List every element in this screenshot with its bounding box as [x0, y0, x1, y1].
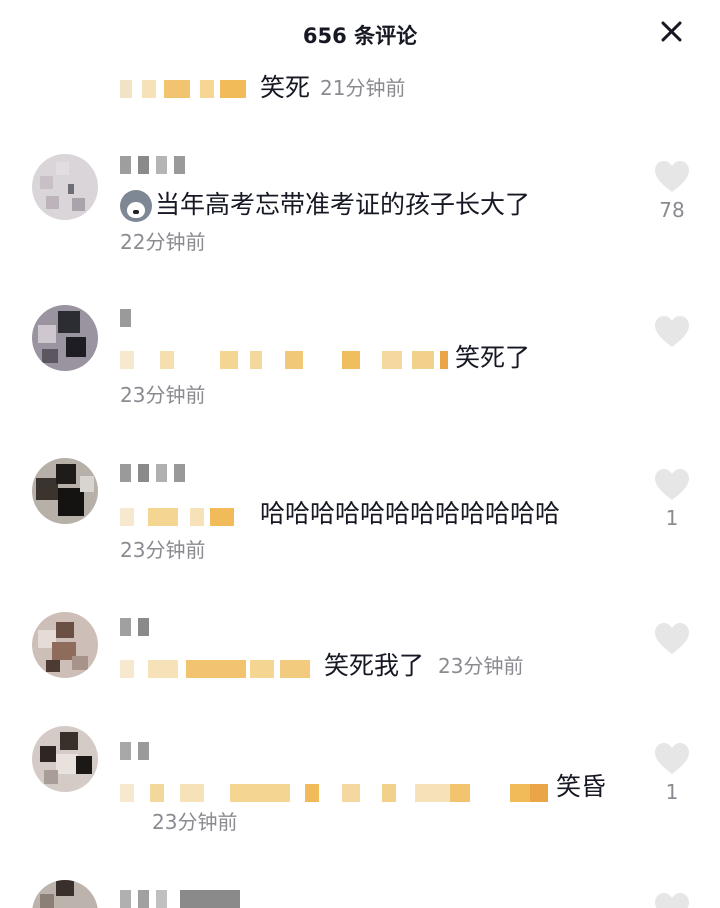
avatar[interactable]: [32, 880, 98, 908]
comments-header: 656 条评论: [0, 0, 720, 66]
comment-item: 笑死我了 23分钟前: [0, 612, 720, 702]
avatar[interactable]: [32, 726, 98, 792]
blurred-mention: [120, 78, 255, 102]
username-redacted[interactable]: [120, 156, 210, 174]
comment-item: [0, 878, 720, 908]
comment-item: 笑昏 23分钟前 1: [0, 726, 720, 846]
heart-icon[interactable]: [654, 892, 690, 908]
blurred-mention: [120, 658, 310, 682]
username-redacted[interactable]: [120, 618, 160, 636]
comment-count-title: 656 条评论: [302, 24, 418, 48]
like-count: 78: [659, 198, 685, 222]
avatar[interactable]: [32, 305, 98, 371]
comment-text: 笑昏: [556, 772, 607, 801]
comment-text: 笑死了: [455, 343, 531, 372]
avatar[interactable]: [32, 458, 98, 524]
blurred-mention: [120, 349, 450, 373]
heart-icon[interactable]: [654, 622, 690, 656]
comment-text: 当年高考忘带准考证的孩子长大了: [155, 190, 531, 219]
heart-icon[interactable]: [654, 742, 690, 776]
comment-time: 21分钟前: [320, 76, 406, 100]
comment-item: 当年高考忘带准考证的孩子长大了 22分钟前 78: [0, 150, 720, 270]
comment-text: 笑死我了: [324, 651, 425, 680]
comment-text: 笑死: [260, 73, 311, 102]
avatar[interactable]: [32, 612, 98, 678]
blurred-mention: [120, 506, 255, 530]
comment-text: 哈哈哈哈哈哈哈哈哈哈哈哈: [260, 499, 561, 528]
heart-icon[interactable]: [654, 160, 690, 194]
comment-time: 23分钟前: [120, 383, 206, 407]
like-count: 1: [665, 506, 679, 530]
comment-time: 23分钟前: [152, 810, 238, 834]
heart-icon[interactable]: [654, 468, 690, 502]
username-redacted[interactable]: [120, 890, 240, 908]
close-icon[interactable]: [656, 16, 688, 48]
username-redacted[interactable]: [120, 464, 210, 482]
comment-time: 23分钟前: [438, 654, 524, 678]
like-count: 1: [665, 780, 679, 804]
comment-item: 笑死 21分钟前: [0, 66, 720, 116]
husky-emoji: [120, 190, 152, 222]
username-redacted[interactable]: [120, 309, 140, 327]
comment-item: 哈哈哈哈哈哈哈哈哈哈哈哈 23分钟前 1: [0, 458, 720, 568]
username-redacted[interactable]: [120, 742, 160, 760]
comment-time: 22分钟前: [120, 230, 206, 254]
heart-icon[interactable]: [654, 315, 690, 349]
avatar[interactable]: [32, 154, 98, 220]
comment-item: 笑死了 23分钟前: [0, 303, 720, 413]
blurred-mention: [120, 782, 550, 806]
comment-time: 23分钟前: [120, 538, 206, 562]
